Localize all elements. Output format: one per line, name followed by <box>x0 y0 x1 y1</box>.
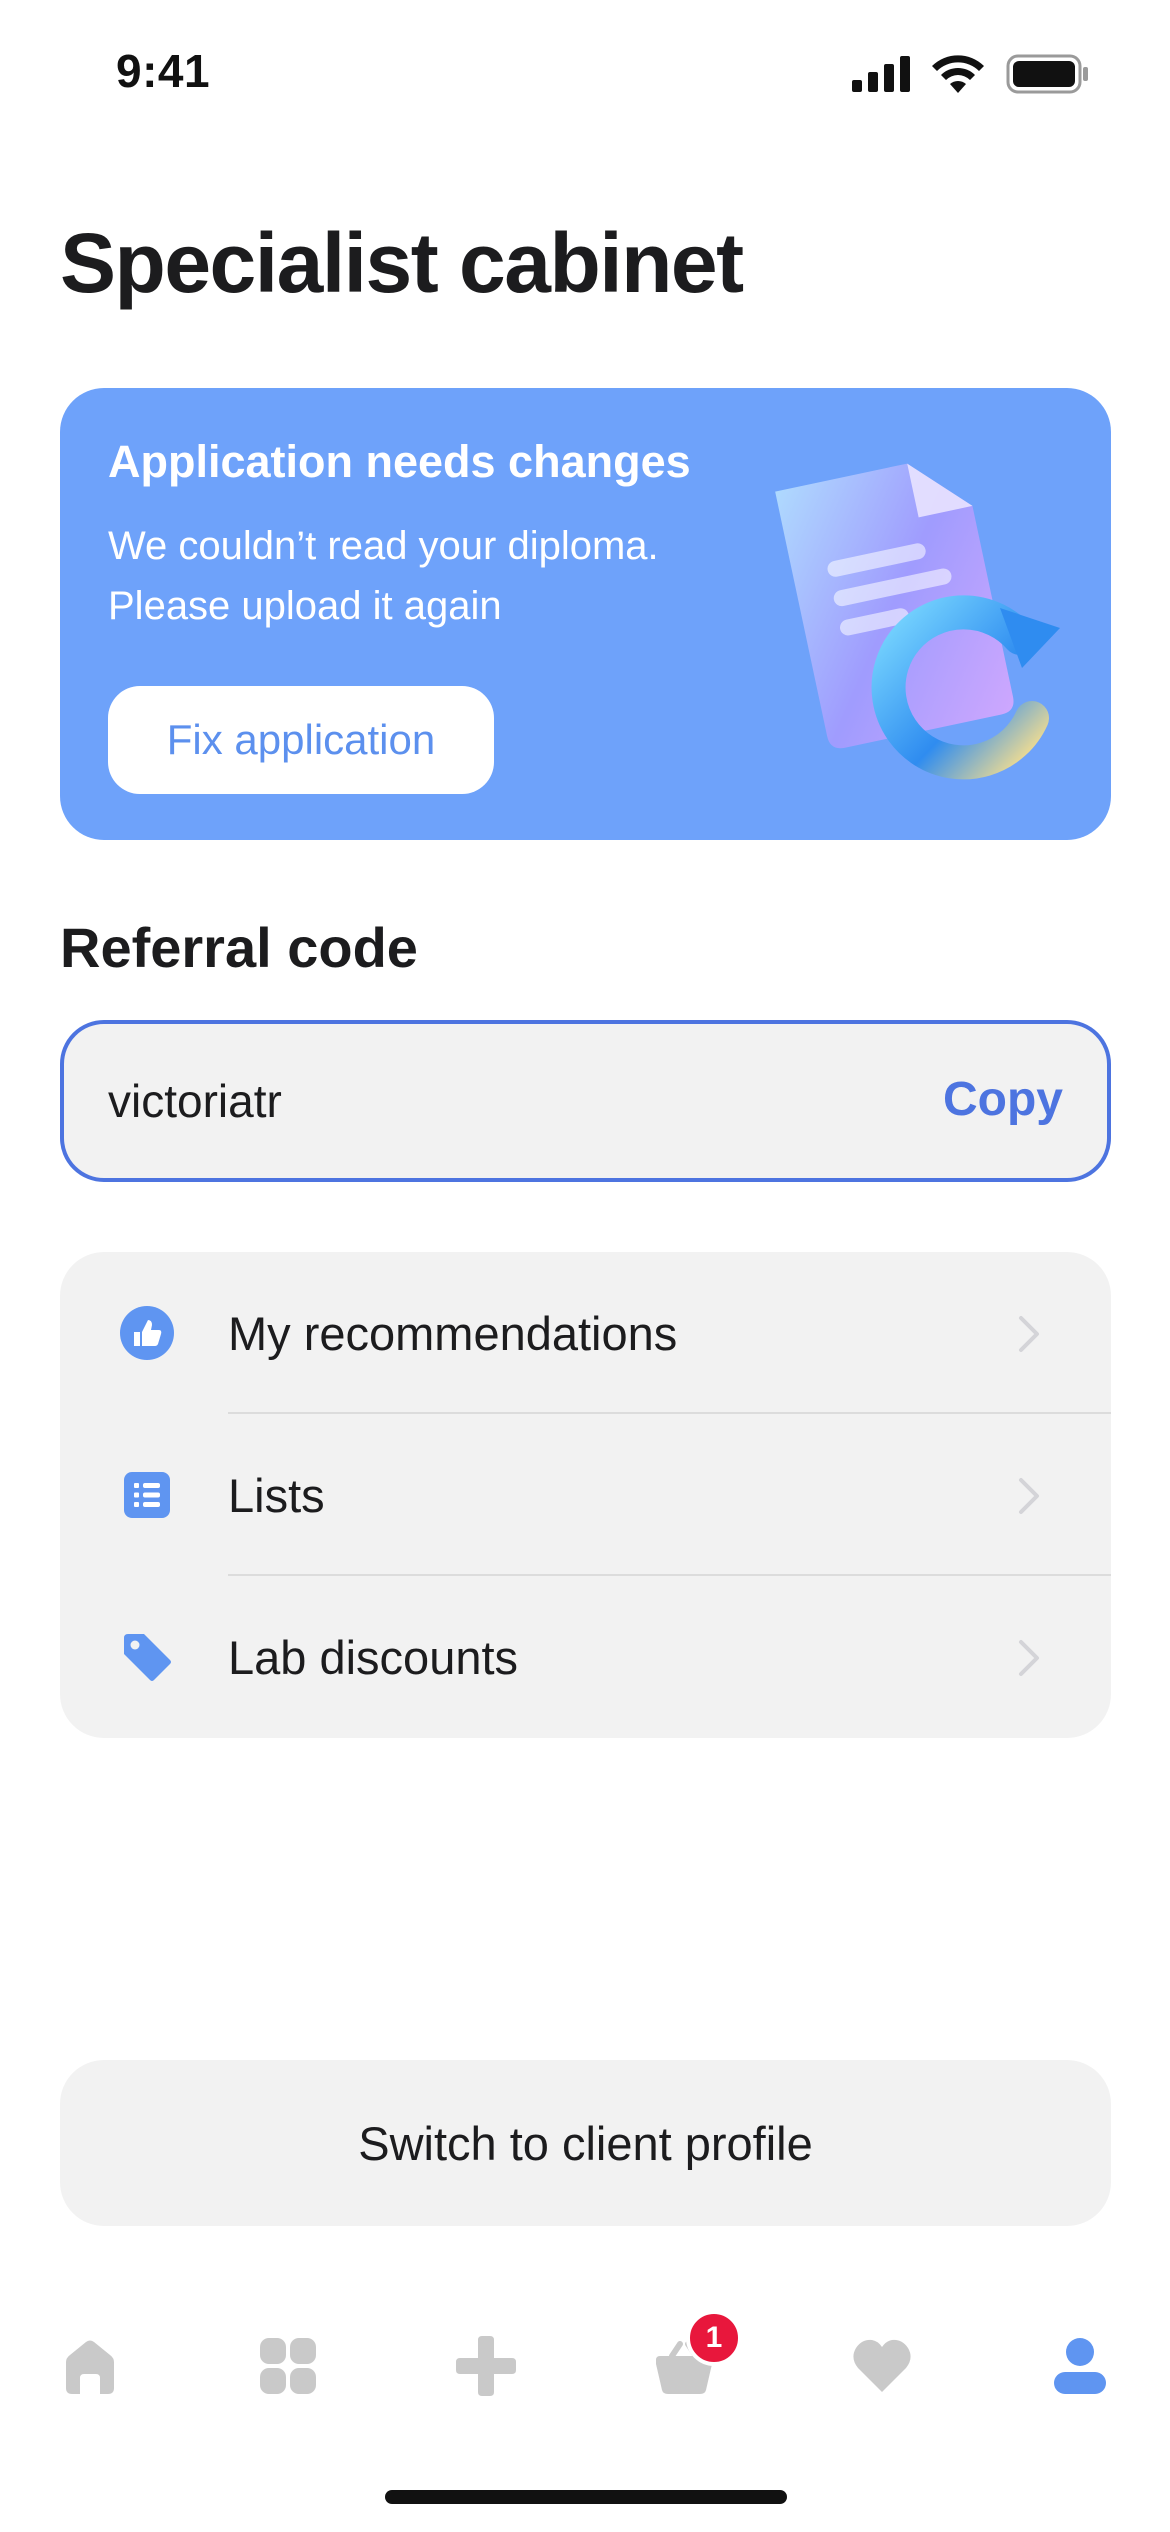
tab-home[interactable] <box>54 2330 126 2402</box>
fix-application-button[interactable]: Fix application <box>108 686 494 794</box>
specialist-menu-list: My recommendations Lists Lab discounts <box>60 1252 1111 1738</box>
specialist-cabinet-screen: 9:41 Specialist cabinet Application need… <box>0 0 1170 2532</box>
menu-item-lab-discounts[interactable]: Lab discounts <box>60 1576 1111 1738</box>
referral-section-title: Referral code <box>60 916 418 979</box>
bottom-tab-bar: 1 <box>0 2300 1170 2420</box>
plus-cross-icon <box>456 2336 516 2396</box>
battery-icon <box>1006 54 1088 94</box>
menu-item-lists[interactable]: Lists <box>60 1414 1111 1576</box>
grid-icon <box>260 2338 316 2394</box>
switch-to-client-profile-button[interactable]: Switch to client profile <box>60 2060 1111 2226</box>
tag-icon <box>124 1634 171 1681</box>
referral-code-value[interactable]: victoriatr <box>108 1074 282 1128</box>
chevron-right-icon <box>1019 1640 1039 1676</box>
banner-title: Application needs changes <box>108 436 691 487</box>
banner-message: We couldn’t read your diploma. Please up… <box>108 516 728 636</box>
application-changes-banner: Application needs changes We couldn’t re… <box>60 388 1111 840</box>
menu-item-label: Lists <box>228 1469 325 1522</box>
cart-badge: 1 <box>686 2310 742 2366</box>
tab-health[interactable] <box>450 2330 522 2402</box>
home-icon <box>66 2340 114 2394</box>
status-bar: 9:41 <box>0 0 1170 150</box>
thumbs-up-icon <box>120 1306 174 1360</box>
chevron-right-icon <box>1019 1478 1039 1514</box>
banner-message-line-2: Please upload it again <box>108 584 502 628</box>
tab-favorites[interactable] <box>846 2330 918 2402</box>
heart-icon <box>853 2339 911 2392</box>
list-icon <box>124 1472 170 1518</box>
document-refresh-illustration <box>775 463 1060 780</box>
home-indicator <box>385 2490 787 2504</box>
referral-code-field[interactable]: victoriatr Copy <box>60 1020 1111 1182</box>
menu-item-label: My recommendations <box>228 1307 678 1360</box>
profile-icon <box>1054 2338 1106 2394</box>
cellular-signal-icon <box>852 56 910 92</box>
menu-item-my-recommendations[interactable]: My recommendations <box>60 1252 1111 1414</box>
tab-catalog[interactable] <box>252 2330 324 2402</box>
copy-button[interactable]: Copy <box>943 1072 1063 1127</box>
wifi-icon <box>932 55 984 93</box>
status-icons <box>852 54 1090 94</box>
tab-profile[interactable] <box>1044 2330 1116 2402</box>
chevron-right-icon <box>1019 1316 1039 1352</box>
page-title: Specialist cabinet <box>60 216 744 310</box>
status-time: 9:41 <box>116 45 211 97</box>
banner-message-line-1: We couldn’t read your diploma. <box>108 524 659 568</box>
menu-item-label: Lab discounts <box>228 1631 519 1684</box>
